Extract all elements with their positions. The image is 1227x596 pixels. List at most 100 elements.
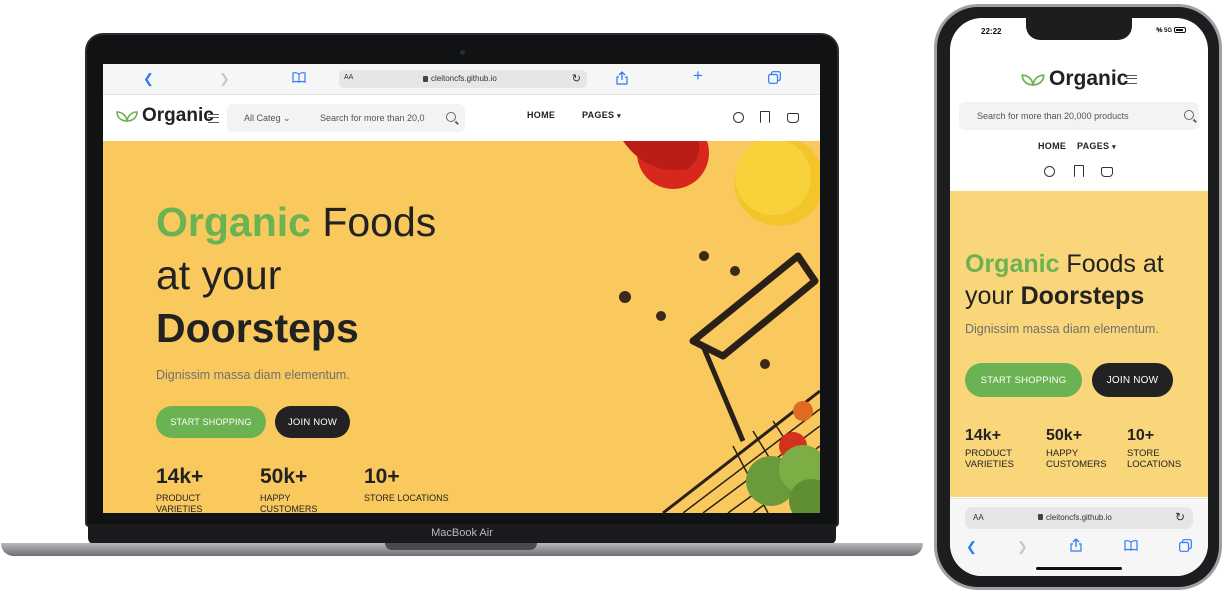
tabs-icon[interactable] — [768, 71, 781, 88]
hero-heading-line1: Organic Foods at — [965, 248, 1164, 280]
stat-label: STORE LOCATIONS — [364, 493, 449, 504]
lock-icon — [1038, 514, 1043, 520]
forward-icon[interactable]: ❯ — [219, 71, 230, 87]
home-indicator[interactable] — [1036, 567, 1122, 570]
phone-screen: 22:22 ℁ 5G Organic Search for more than … — [950, 18, 1208, 576]
chevron-down-icon: ⌄ — [283, 113, 291, 123]
bookmark-icon[interactable] — [1074, 165, 1084, 177]
share-icon[interactable] — [1070, 538, 1082, 556]
start-shopping-button[interactable]: START SHOPPING — [965, 363, 1082, 397]
phone-address-bar[interactable]: AA cleitoncfs.github.io ↻ — [965, 507, 1193, 529]
nav-pages[interactable]: PAGES ▾ — [1077, 141, 1116, 151]
reload-icon[interactable]: ↻ — [1175, 510, 1185, 524]
stat-label: HAPPY CUSTOMERS — [260, 493, 317, 513]
status-time: 22:22 — [981, 27, 1002, 36]
bookmarks-icon[interactable] — [292, 71, 306, 87]
laptop-chin: MacBook Air — [88, 524, 836, 544]
user-icon[interactable] — [733, 112, 744, 123]
tabs-icon[interactable] — [1179, 539, 1192, 556]
phone-hero: Organic Foods at your Doorsteps Dignissi… — [950, 191, 1208, 497]
hero-subtitle: Dignissim massa diam elementum. — [156, 368, 350, 382]
caret-down-icon: ▾ — [617, 113, 621, 120]
stat-label-line: STORE LOCATIONS — [364, 493, 449, 503]
laptop-camera — [460, 50, 465, 55]
search-input[interactable]: Search for more than 20,0 — [320, 113, 430, 123]
basket-icon[interactable] — [787, 113, 799, 123]
laptop-address-bar[interactable]: AA cleitoncfs.github.io ↻ — [339, 70, 587, 88]
hero-heading-green: Organic — [965, 250, 1060, 278]
reload-icon[interactable]: ↻ — [572, 72, 581, 85]
stat-label: STORE LOCATIONS — [1127, 448, 1181, 471]
hero-heading-line2: your Doorsteps — [965, 280, 1164, 312]
site-logo[interactable]: Organic — [116, 105, 214, 127]
hero-heading-line2: at your — [156, 252, 282, 298]
laptop-base-notch — [385, 543, 537, 550]
stat-number: 14k+ — [156, 465, 204, 488]
nav-home[interactable]: HOME — [527, 110, 555, 120]
stat-label-line: STORE — [1127, 448, 1160, 459]
stat-number: 50k+ — [260, 465, 308, 488]
stat-label-line: VARIETIES — [965, 459, 1014, 471]
hero-heading-rest: Foods — [310, 199, 437, 245]
join-now-button[interactable]: JOIN NOW — [1092, 363, 1173, 397]
stat-number: 14k+ — [965, 427, 1002, 444]
url-label: cleitoncfs.github.io — [1046, 513, 1112, 522]
bookmark-icon[interactable] — [760, 111, 770, 123]
reader-aa-button[interactable]: AA — [973, 513, 984, 522]
phone-notch — [1026, 18, 1132, 40]
forward-icon[interactable]: ❯ — [1017, 539, 1028, 555]
back-icon[interactable]: ❮ — [966, 539, 977, 555]
caret-down-icon: ▾ — [1112, 144, 1116, 151]
search-input[interactable]: Search for more than 20,000 products — [977, 111, 1129, 121]
hero-heading: Organic Foods at your Doorsteps — [156, 196, 436, 355]
stat-label-line: PRODUCT — [965, 448, 1012, 459]
nav-pages-label: PAGES — [582, 110, 615, 120]
stat-label-line: HAPPY — [1046, 448, 1079, 459]
user-icon[interactable] — [1044, 166, 1055, 177]
back-icon[interactable]: ❮ — [143, 71, 154, 87]
phone-search-bar: Search for more than 20,000 products — [959, 102, 1199, 130]
stat-number: 50k+ — [1046, 427, 1083, 444]
search-icon[interactable] — [446, 112, 456, 122]
hero-subtitle: Dignissim massa diam elementum. — [965, 322, 1159, 336]
search-icon[interactable] — [1184, 110, 1194, 120]
laptop-screen: ❮ ❯ AA cleitoncfs.github.io ↻ + Organic — [103, 64, 820, 513]
category-select[interactable]: All Categ ⌄ — [244, 113, 291, 124]
laptop-brand-label: MacBook Air — [431, 527, 493, 539]
stat-number: 10+ — [364, 465, 400, 488]
join-now-button[interactable]: JOIN NOW — [275, 406, 350, 438]
share-icon[interactable] — [616, 71, 628, 89]
stat-label: PRODUCT VARIETIES — [965, 448, 1014, 471]
new-tab-icon[interactable]: + — [693, 67, 703, 84]
stat-number: 10+ — [1127, 427, 1155, 444]
site-logo[interactable]: Organic — [1021, 67, 1128, 91]
menu-icon[interactable] — [1126, 75, 1137, 84]
start-shopping-button[interactable]: START SHOPPING — [156, 406, 266, 438]
stat-label-line: CUSTOMERS — [260, 503, 318, 513]
stat-label-line: PRODUCT — [156, 493, 201, 503]
status-indicators: ℁ 5G — [1156, 27, 1186, 34]
basket-icon[interactable] — [1101, 167, 1113, 177]
stat-label-line: HAPPY — [260, 493, 291, 503]
hero-heading-line3: Doorsteps — [156, 305, 359, 351]
nav-pages[interactable]: PAGES ▾ — [582, 110, 621, 120]
category-select-label: All Categ — [244, 113, 281, 123]
logo-text: Organic — [142, 105, 214, 126]
bookmarks-icon[interactable] — [1124, 539, 1138, 555]
phone-browser-toolbar: AA cleitoncfs.github.io ↻ ❮ ❯ — [950, 498, 1208, 576]
nav-home[interactable]: HOME — [1038, 141, 1066, 151]
lock-icon — [423, 76, 428, 82]
url-text: cleitoncfs.github.io — [423, 74, 497, 83]
url-text: cleitoncfs.github.io — [1038, 513, 1112, 522]
battery-icon — [1174, 27, 1186, 33]
stat-label-line: LOCATIONS — [1127, 459, 1182, 471]
menu-icon[interactable] — [208, 114, 219, 123]
hero-heading-green: Organic — [156, 199, 311, 245]
hero-heading-rest: Foods at — [1059, 250, 1164, 278]
reader-aa-button[interactable]: AA — [344, 74, 353, 81]
hero-heading-line1: Organic Foods — [156, 196, 436, 249]
stat-label: HAPPY CUSTOMERS — [1046, 448, 1107, 471]
laptop-hero: Organic Foods at your Doorsteps Dignissi… — [103, 141, 820, 513]
stat-label-line: CUSTOMERS — [1046, 459, 1107, 471]
laptop-browser-toolbar: ❮ ❯ AA cleitoncfs.github.io ↻ + — [103, 64, 820, 95]
